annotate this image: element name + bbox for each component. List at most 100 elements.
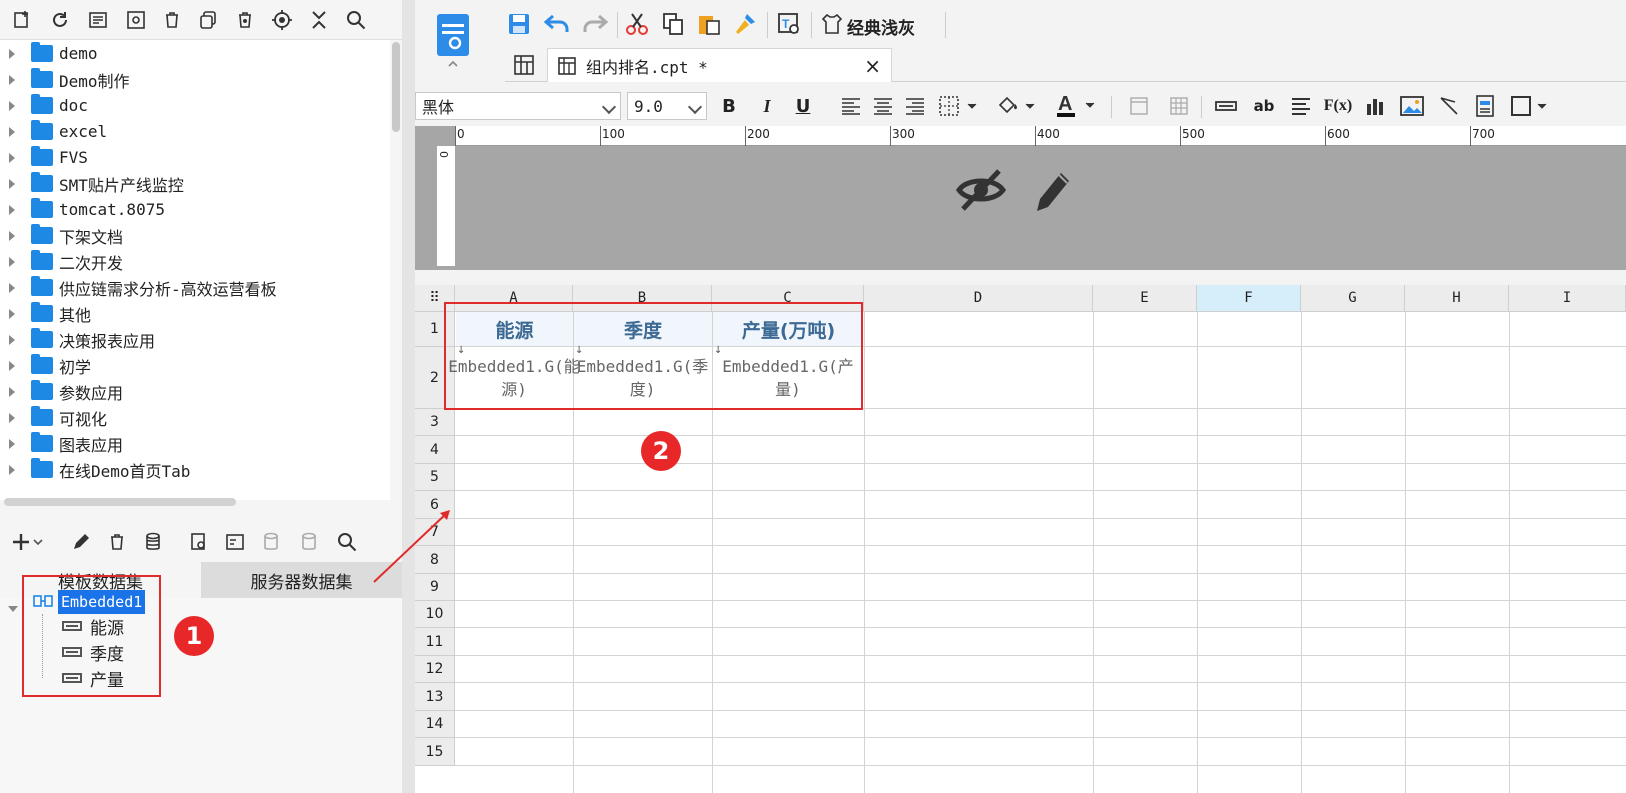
tree-item[interactable]: demo (0, 40, 390, 67)
expand-arrow-icon[interactable] (9, 74, 15, 85)
row-header[interactable]: 12 (415, 656, 455, 683)
expand-arrow-icon[interactable] (9, 308, 15, 319)
tab-document[interactable]: 组内排名.cpt * × (547, 48, 892, 82)
column-header[interactable]: H (1405, 285, 1509, 312)
edit-sql-icon[interactable] (222, 528, 248, 556)
align-left-icon[interactable] (839, 94, 863, 118)
tree-item[interactable]: Demo制作 (0, 66, 390, 93)
expand-arrow-icon[interactable] (9, 360, 15, 371)
tree-horizontal-scrollbar[interactable] (4, 498, 236, 506)
theme-label[interactable]: 经典浅灰 (847, 14, 915, 39)
row-header[interactable]: 13 (415, 683, 455, 711)
row-header[interactable]: 5 (415, 464, 455, 491)
italic-button[interactable]: I (755, 92, 779, 120)
add-dataset-icon[interactable] (10, 528, 46, 556)
expand-arrow-icon[interactable] (9, 282, 15, 293)
border-icon[interactable] (937, 94, 983, 118)
column-header[interactable]: F (1197, 285, 1301, 312)
dataset-search-icon[interactable] (334, 528, 360, 556)
tree-item[interactable]: 二次开发 (0, 248, 390, 275)
expand-arrow-icon[interactable] (9, 100, 15, 111)
expand-arrow-icon[interactable] (9, 334, 15, 345)
edit-pencil-icon[interactable] (1027, 166, 1075, 214)
column-header[interactable]: I (1509, 285, 1626, 312)
expand-arrow-icon[interactable] (9, 464, 15, 475)
delete-icon[interactable] (160, 8, 184, 32)
row-header[interactable]: 14 (415, 711, 455, 738)
collapse-icon[interactable] (307, 8, 331, 32)
tree-item[interactable]: excel (0, 118, 390, 145)
paste-icon[interactable] (695, 10, 723, 38)
expand-arrow-icon[interactable] (9, 230, 15, 241)
align-justify-icon[interactable] (1289, 94, 1313, 118)
tree-item[interactable]: 下架文档 (0, 222, 390, 249)
refresh-icon[interactable] (48, 8, 72, 32)
save-icon[interactable] (505, 10, 533, 38)
tree-item[interactable]: 其他 (0, 300, 390, 327)
tree-item[interactable]: SMT贴片产线监控 (0, 170, 390, 197)
row-header[interactable]: 15 (415, 738, 455, 766)
font-color-icon[interactable]: A (1053, 92, 1101, 120)
redo-icon[interactable] (581, 10, 609, 38)
widget-icon[interactable] (1473, 94, 1497, 118)
tree-item[interactable]: 供应链需求分析-高效运营看板 (0, 274, 390, 301)
slash-icon[interactable] (1437, 94, 1461, 118)
expand-arrow-icon[interactable] (9, 412, 15, 423)
row-header[interactable]: 11 (415, 628, 455, 656)
open-icon[interactable] (86, 8, 110, 32)
row-header[interactable]: 3 (415, 409, 455, 436)
tree-item[interactable]: doc (0, 92, 390, 119)
copy-icon[interactable] (196, 8, 220, 32)
row-header[interactable]: 4 (415, 436, 455, 464)
new-file-icon[interactable] (10, 8, 34, 32)
format-painter-icon[interactable] (731, 10, 759, 38)
formula-button[interactable]: F(x) (1323, 92, 1353, 120)
expand-arrow-icon[interactable] (8, 606, 18, 612)
tree-item[interactable]: 参数应用 (0, 378, 390, 405)
copy-cells-icon[interactable] (659, 10, 687, 38)
align-center-icon[interactable] (871, 94, 895, 118)
database-icon[interactable] (140, 528, 166, 556)
app-logo-icon[interactable] (437, 14, 469, 67)
expand-arrow-icon[interactable] (9, 48, 15, 59)
tree-vertical-scrollbar[interactable] (392, 42, 400, 132)
align-right-icon[interactable] (903, 94, 927, 118)
tree-item[interactable]: 可视化 (0, 404, 390, 431)
insert-cell-icon[interactable] (1213, 94, 1239, 118)
search-icon[interactable] (344, 8, 368, 32)
expand-arrow-icon[interactable] (9, 178, 15, 189)
settings-icon[interactable] (124, 8, 148, 32)
tree-item[interactable]: 在线Demo首页Tab (0, 456, 390, 483)
expand-arrow-icon[interactable] (9, 438, 15, 449)
chart-icon[interactable] (1363, 94, 1387, 118)
text-ab-button[interactable]: ab (1251, 92, 1277, 120)
image-icon[interactable] (1399, 94, 1425, 118)
expand-arrow-icon[interactable] (9, 256, 15, 267)
edit-icon[interactable] (68, 528, 94, 556)
fill-color-icon[interactable] (995, 94, 1041, 118)
row-header[interactable]: 10 (415, 601, 455, 628)
tree-item[interactable]: 图表应用 (0, 430, 390, 457)
lock-icon[interactable] (233, 8, 257, 32)
expand-arrow-icon[interactable] (9, 386, 15, 397)
hide-eye-icon[interactable] (955, 166, 1007, 214)
column-header[interactable]: G (1301, 285, 1405, 312)
tree-item[interactable]: FVS (0, 144, 390, 171)
font-family-select[interactable]: 黑体 (415, 92, 621, 120)
panel-splitter[interactable] (402, 0, 415, 793)
font-size-select[interactable]: 9.0 (627, 92, 707, 120)
grid-view-icon[interactable] (511, 52, 537, 78)
underline-button[interactable]: U (791, 92, 815, 120)
tree-item[interactable]: 初学 (0, 352, 390, 379)
delete-dataset-icon[interactable] (104, 528, 130, 556)
locate-icon[interactable] (270, 8, 294, 32)
column-header[interactable]: E (1093, 285, 1197, 312)
tree-item[interactable]: tomcat.8075 (0, 196, 390, 223)
bold-button[interactable]: B (717, 92, 741, 120)
expand-arrow-icon[interactable] (9, 204, 15, 215)
preview-icon[interactable] (186, 528, 212, 556)
expand-arrow-icon[interactable] (9, 126, 15, 137)
tree-item[interactable]: 决策报表应用 (0, 326, 390, 353)
expand-arrow-icon[interactable] (9, 152, 15, 163)
frame-border-icon[interactable] (1509, 94, 1551, 118)
